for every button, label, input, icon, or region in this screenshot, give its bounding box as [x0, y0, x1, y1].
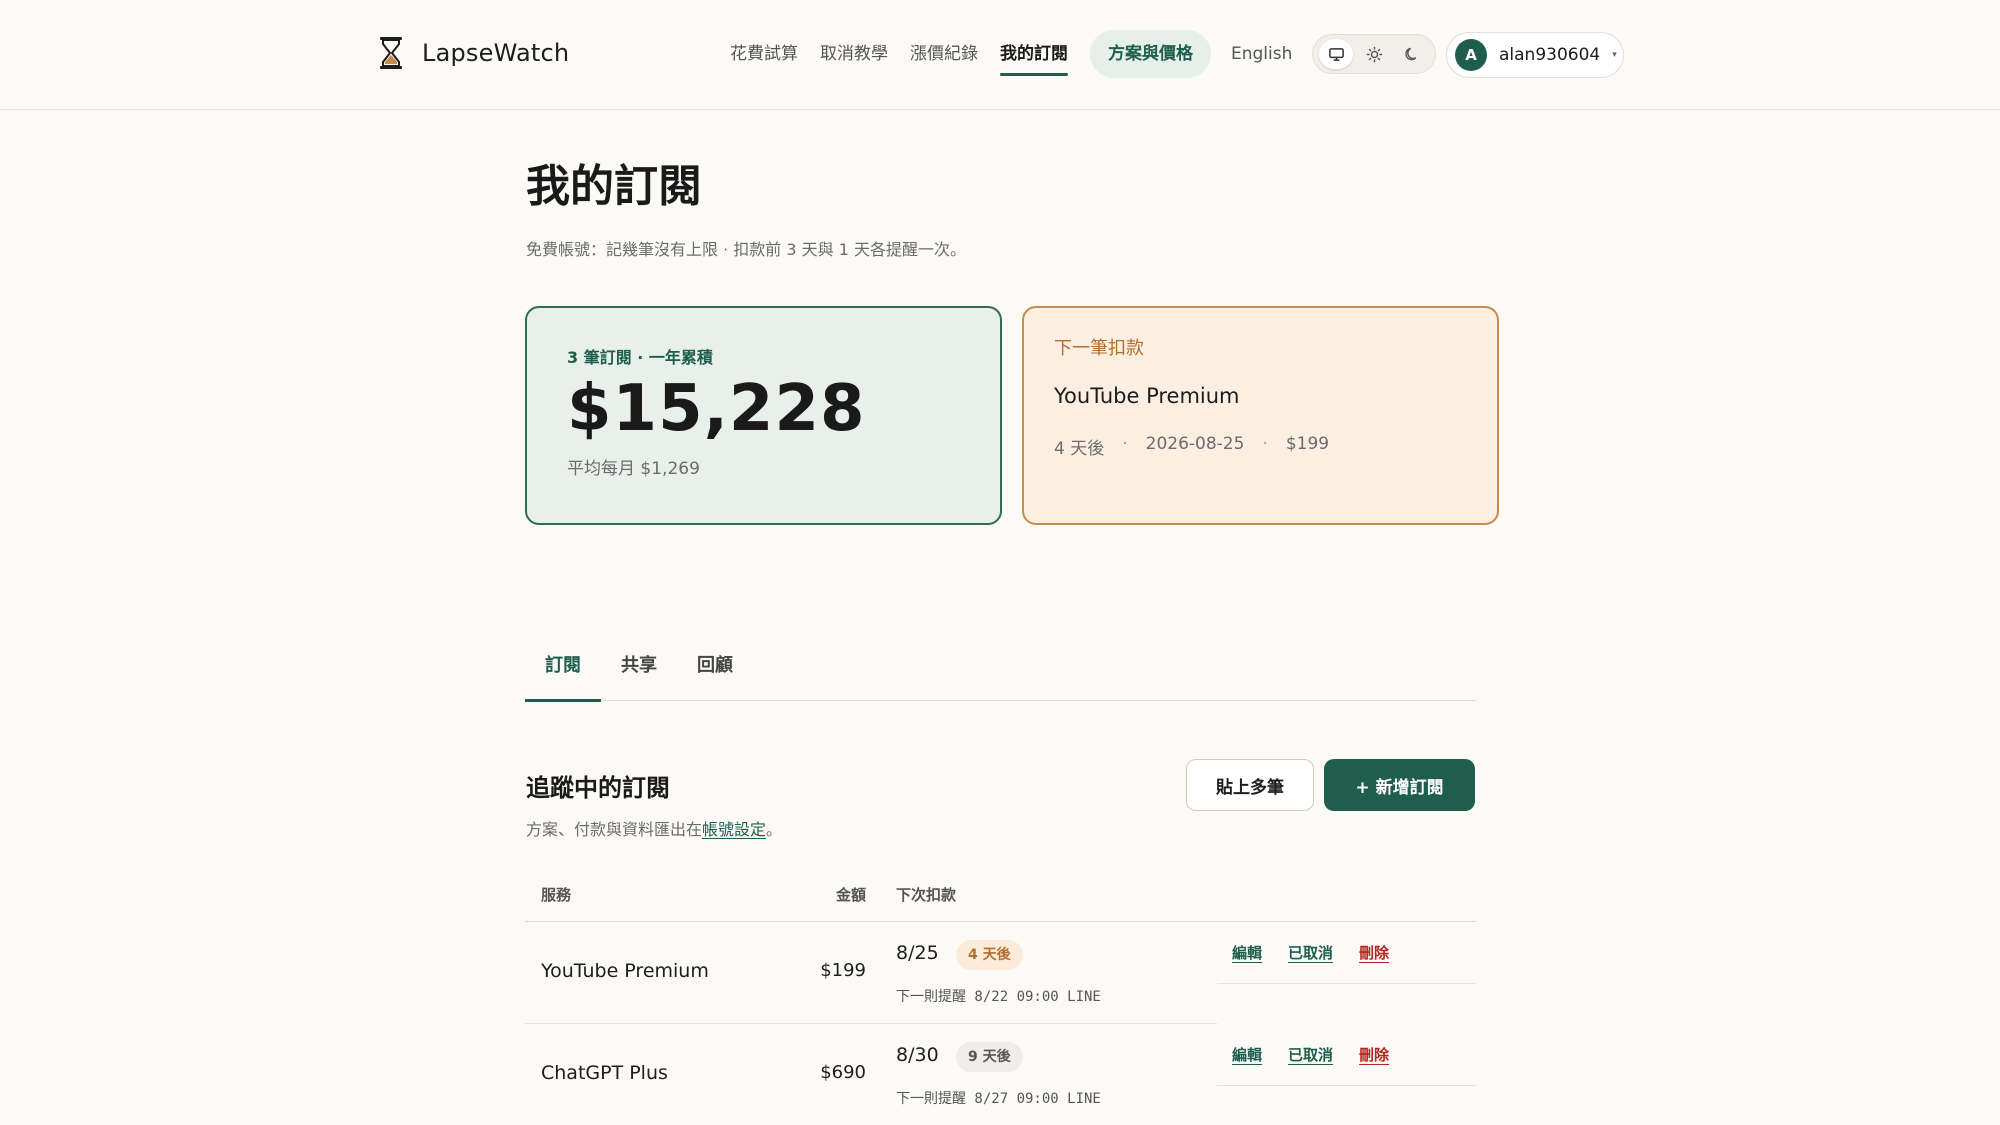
- row-service: YouTube Premium: [541, 960, 709, 982]
- row-divider: [1217, 983, 1476, 984]
- next-charge-date: 2026-08-25: [1145, 434, 1245, 454]
- row-divider: [1217, 1085, 1476, 1086]
- days-until-badge: 9 天後: [956, 1042, 1023, 1072]
- tab-sharing[interactable]: 共享: [601, 640, 677, 701]
- table-row: YouTube Premium $199 8/25 4 天後 下一則提醒 8/2…: [525, 922, 1476, 1024]
- user-name: alan930604: [1499, 45, 1601, 65]
- language-switch[interactable]: English: [1231, 44, 1292, 64]
- account-settings-link[interactable]: 帳號設定: [702, 820, 766, 839]
- paste-multiple-button[interactable]: 貼上多筆: [1186, 759, 1314, 811]
- row-amount: $690: [820, 1062, 866, 1083]
- delete-button[interactable]: 刪除: [1359, 942, 1389, 963]
- top-nav-bar: LapseWatch 花費試算 取消教學 漲價紀錄 我的訂閱 方案與價格 Eng…: [0, 0, 2000, 110]
- page-title: 我的訂閱: [526, 161, 702, 212]
- annual-total-amount: $15,228: [567, 372, 866, 446]
- theme-dark-button[interactable]: [1395, 39, 1429, 69]
- chevron-down-icon: ▾: [1612, 50, 1617, 60]
- theme-system-button[interactable]: [1319, 39, 1354, 69]
- mark-cancelled-button[interactable]: 已取消: [1288, 1044, 1333, 1065]
- tab-review[interactable]: 回顧: [677, 640, 753, 701]
- column-header-amount: 金額: [835, 886, 866, 904]
- add-subscription-button[interactable]: + 新增訂閱: [1324, 759, 1475, 811]
- row-actions: 編輯 已取消 刪除: [1232, 1044, 1389, 1065]
- nav-item-cancel-guide[interactable]: 取消教學: [820, 28, 888, 80]
- theme-switch: [1312, 34, 1437, 74]
- next-charge-service: YouTube Premium: [1054, 384, 1240, 408]
- monitor-icon: [1329, 47, 1344, 61]
- table-header: 服務 金額 下次扣款: [525, 870, 1476, 922]
- brand-name: LapseWatch: [422, 39, 570, 67]
- monthly-average: 平均每月 $1,269: [567, 459, 700, 479]
- row-actions: 編輯 已取消 刪除: [1232, 942, 1389, 963]
- edit-button[interactable]: 編輯: [1232, 942, 1262, 963]
- main-nav: 花費試算 取消教學 漲價紀錄 我的訂閱 方案與價格 English: [730, 28, 1437, 80]
- row-service: ChatGPT Plus: [541, 1062, 668, 1084]
- column-header-service: 服務: [541, 886, 572, 904]
- next-charge-days: 4 天後: [1054, 439, 1105, 459]
- row-next-date: 8/30: [896, 1044, 939, 1066]
- row-reminder: 下一則提醒 8/27 09:00 LINE: [896, 1091, 1101, 1107]
- edit-button[interactable]: 編輯: [1232, 1044, 1262, 1065]
- nav-item-my-subscriptions[interactable]: 我的訂閱: [1000, 28, 1068, 80]
- section-subtitle-suffix: 。: [766, 820, 783, 839]
- annual-total-eyebrow: 3 筆訂閱 · 一年累積: [567, 348, 713, 367]
- delete-button[interactable]: 刪除: [1359, 1044, 1389, 1065]
- page-subtitle: 免費帳號：記幾筆沒有上限 · 扣款前 3 天與 1 天各提醒一次。: [526, 240, 966, 259]
- next-charge-card: 下一筆扣款 YouTube Premium 4 天後 · 2026-08-25 …: [1022, 306, 1499, 525]
- row-reminder: 下一則提醒 8/22 09:00 LINE: [896, 989, 1101, 1005]
- separator-dot: ·: [1122, 434, 1128, 454]
- section-subtitle-prefix: 方案、付款與資料匯出在: [526, 820, 703, 839]
- nav-item-pricing[interactable]: 方案與價格: [1090, 30, 1211, 78]
- next-charge-amount: $199: [1285, 434, 1330, 454]
- table-row: ChatGPT Plus $690 8/30 9 天後 下一則提醒 8/27 0…: [525, 1024, 1476, 1125]
- tab-subscriptions[interactable]: 訂閱: [525, 640, 601, 702]
- next-charge-meta: 4 天後 · 2026-08-25 · $199: [1054, 434, 1329, 459]
- sun-icon: [1366, 46, 1383, 62]
- next-charge-eyebrow: 下一筆扣款: [1054, 338, 1144, 359]
- content-tabs: 訂閱 共享 回顧: [525, 640, 1476, 702]
- avatar: A: [1455, 39, 1487, 71]
- annual-total-card: 3 筆訂閱 · 一年累積 $15,228 平均每月 $1,269: [525, 306, 1002, 525]
- nav-item-price-history[interactable]: 漲價紀錄: [910, 28, 978, 80]
- section-subtitle: 方案、付款與資料匯出在帳號設定。: [526, 816, 782, 840]
- user-menu-button[interactable]: A alan930604 ▾: [1446, 32, 1624, 78]
- brand-logo-link[interactable]: LapseWatch: [378, 36, 569, 70]
- row-next-date: 8/25: [896, 942, 939, 964]
- nav-item-cost-calculator[interactable]: 花費試算: [730, 28, 798, 80]
- column-header-next-charge: 下次扣款: [896, 886, 957, 904]
- mark-cancelled-button[interactable]: 已取消: [1288, 942, 1333, 963]
- theme-light-button[interactable]: [1357, 39, 1391, 69]
- hourglass-icon: [380, 37, 402, 69]
- separator-dot: ·: [1262, 434, 1268, 454]
- row-amount: $199: [820, 960, 866, 981]
- moon-icon: [1405, 47, 1417, 60]
- section-title: 追蹤中的訂閱: [526, 774, 670, 802]
- days-until-badge: 4 天後: [956, 940, 1023, 970]
